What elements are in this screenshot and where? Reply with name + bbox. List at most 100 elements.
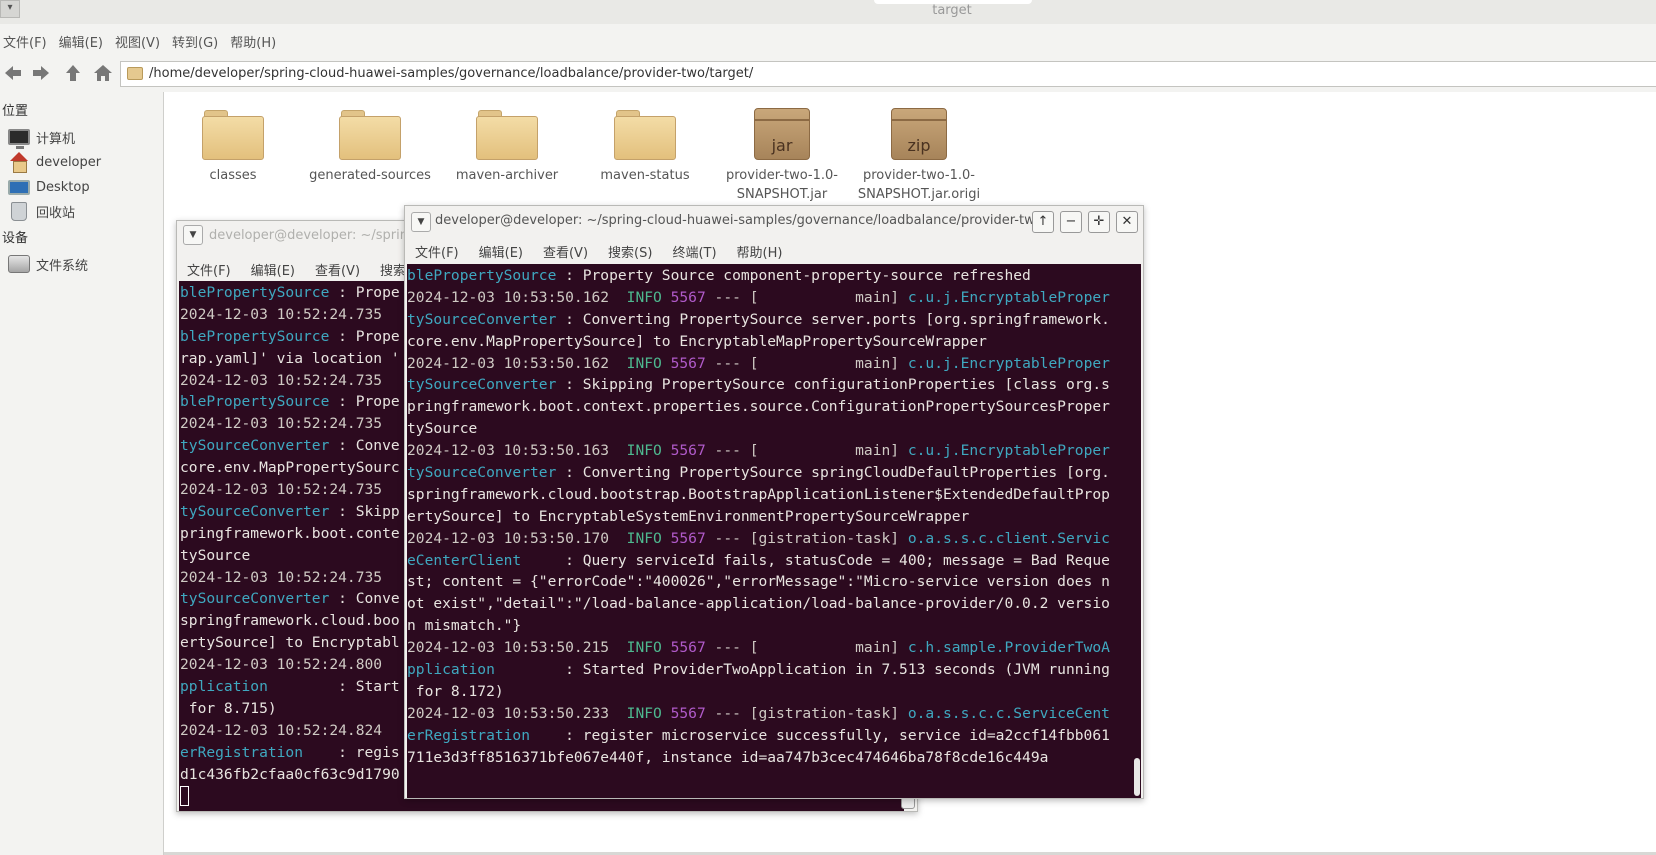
sidebar-item-desktop[interactable]: Desktop: [8, 176, 90, 198]
log-space: [662, 355, 671, 372]
file-name: classes: [209, 168, 257, 183]
file-name: generated-sources: [309, 168, 431, 183]
file-name: maven-archiver: [455, 168, 559, 183]
terminal-line: 2024-12-03 10:53:50.162 INFO 5567 --- [ …: [407, 353, 1133, 375]
menu-file[interactable]: 文件(F): [405, 238, 469, 262]
log-timestamp: 2024-12-03 10:52:24.824: [180, 721, 383, 739]
forward-icon[interactable]: [30, 62, 52, 84]
file-name-line2: SNAPSHOT.jar.origi: [857, 187, 981, 202]
menu-edit[interactable]: 编辑(E): [56, 28, 112, 54]
log-logger: c.h.sample.ProviderTwoA: [907, 639, 1110, 657]
file-item-generated-sources[interactable]: generated-sources: [302, 108, 438, 185]
computer-icon: [8, 129, 30, 149]
file-item-maven-status[interactable]: maven-status: [577, 108, 713, 185]
minimize-button[interactable]: −: [1060, 211, 1082, 233]
close-button[interactable]: ✕: [1116, 211, 1138, 233]
menu-file[interactable]: 文件(F): [177, 256, 241, 280]
sidebar-item-filesystem[interactable]: 文件系统: [8, 253, 88, 275]
menu-edit[interactable]: 编辑(E): [241, 256, 305, 280]
log-logger: tySourceConverter: [180, 437, 339, 455]
window-menu-icon[interactable]: ▾: [0, 0, 20, 18]
terminal-line: tySourceConverter : Converting PropertyS…: [407, 462, 1133, 484]
sidebar-item-label: 文件系统: [36, 258, 89, 274]
log-logger: tySourceConverter: [180, 502, 339, 520]
log-timestamp: 2024-12-03 10:52:24.800: [180, 656, 383, 674]
terminal-output[interactable]: blePropertySource : Property Source comp…: [407, 264, 1133, 798]
sidebar-item-computer[interactable]: 计算机: [8, 126, 75, 149]
log-message: : Skipping PropertySource configurationP…: [556, 376, 1110, 394]
window-menu-icon[interactable]: ▼: [183, 225, 203, 245]
terminal-cursor: [180, 786, 189, 807]
log-message: : Converting PropertySource springCloudD…: [556, 464, 1110, 482]
desktop-screen: ▾ target 文件(F) 编辑(E) 视图(V) 转到(G) 帮助(H) /…: [0, 0, 1656, 855]
log-logger: tySourceConverter: [407, 464, 557, 482]
log-pid: 5567: [670, 704, 706, 722]
menu-search[interactable]: 搜索(S): [598, 238, 662, 262]
terminal-line: tySourceConverter : Skipping PropertySou…: [407, 374, 1133, 396]
log-timestamp: 2024-12-03 10:52:24.735: [180, 371, 383, 389]
menu-help[interactable]: 帮助(H): [227, 28, 285, 54]
terminal-line: 2024-12-03 10:53:50.233 INFO 5567 --- [g…: [407, 703, 1133, 725]
file-item-classes[interactable]: classes: [165, 108, 301, 185]
log-thread: --- [gistration-task]: [705, 704, 908, 722]
log-message: ot exist","detail":"/load-balance-applic…: [407, 595, 1110, 613]
log-thread: --- [ main]: [705, 639, 908, 657]
sidebar-item-trash[interactable]: 回收站: [8, 200, 75, 222]
window-menu-icon[interactable]: ▼: [411, 212, 431, 232]
log-message: : Started ProviderTwoApplication in 7.51…: [556, 661, 1110, 679]
scrollbar-thumb[interactable]: [1134, 758, 1140, 796]
log-logger: o.a.s.s.c.c.ServiceCent: [907, 704, 1110, 722]
file-name-line1: provider-two-1.0-: [725, 168, 838, 183]
log-message: for 8.715): [180, 699, 277, 717]
log-message: : Prope: [338, 327, 400, 345]
log-message: : Skipp: [338, 502, 400, 520]
file-item-jar-original[interactable]: zip provider-two-1.0- SNAPSHOT.jar.origi: [851, 108, 987, 204]
menu-view[interactable]: 视图(V): [112, 28, 169, 54]
file-name: maven-status: [600, 168, 690, 183]
log-space: [662, 639, 671, 656]
home-icon[interactable]: [92, 62, 114, 84]
file-name-line1: provider-two-1.0-: [862, 168, 975, 183]
menu-file[interactable]: 文件(F): [0, 28, 56, 54]
terminal-window-front[interactable]: ▼ developer@developer: ~/spring-cloud-hu…: [404, 205, 1144, 799]
folder-icon: [127, 67, 143, 80]
up-icon[interactable]: [62, 62, 84, 84]
file-item-maven-archiver[interactable]: maven-archiver: [439, 108, 575, 185]
folder-icon: [614, 108, 676, 160]
back-icon[interactable]: [2, 62, 24, 84]
location-bar[interactable]: /home/developer/spring-cloud-huawei-samp…: [120, 61, 1656, 87]
file-name: provider-two-1.0- SNAPSHOT.jar.origi: [851, 166, 987, 204]
menu-go[interactable]: 转到(G): [169, 28, 227, 54]
file-item-jar[interactable]: jar provider-two-1.0- SNAPSHOT.jar: [714, 108, 850, 204]
menu-edit[interactable]: 编辑(E): [469, 238, 533, 262]
log-thread: --- [gistration-task]: [705, 529, 908, 547]
sidebar-item-developer[interactable]: developer: [8, 151, 101, 173]
log-pid: 5567: [670, 529, 706, 547]
log-logger: c.u.j.EncryptableProper: [907, 288, 1110, 306]
terminal-titlebar[interactable]: ▼ developer@developer: ~/spring-cloud-hu…: [405, 206, 1143, 236]
log-timestamp: 2024-12-03 10:52:24.735: [180, 305, 383, 323]
window-title: target: [932, 3, 972, 18]
folder-icon: [339, 108, 401, 160]
maximize-button[interactable]: ✛: [1088, 211, 1110, 233]
terminal-line: st; content = {"errorCode":"400026","err…: [407, 571, 1133, 593]
log-logger: tySourceConverter: [407, 376, 557, 394]
zip-archive-icon: zip: [891, 108, 947, 160]
log-thread: --- [ main]: [705, 442, 908, 460]
menu-view[interactable]: 查看(V): [305, 256, 370, 280]
sidebar-item-label: Desktop: [36, 179, 90, 195]
log-space: [662, 705, 671, 722]
log-message: : Prope: [338, 393, 400, 411]
terminal-scrollbar[interactable]: [1133, 264, 1141, 798]
log-message: st; content = {"errorCode":"400026","err…: [407, 573, 1110, 591]
terminal-line: 711e3d3ff8516371bfe067e440f, instance id…: [407, 747, 1133, 769]
raise-button[interactable]: ↑: [1032, 211, 1054, 233]
jar-archive-icon: jar: [754, 108, 810, 160]
menu-help[interactable]: 帮助(H): [727, 238, 793, 262]
log-timestamp: 2024-12-03 10:52:24.735: [180, 415, 383, 433]
menu-terminal[interactable]: 终端(T): [662, 238, 726, 262]
log-message: : regis: [338, 743, 400, 761]
menu-view[interactable]: 查看(V): [533, 238, 598, 262]
terminal-menubar: 文件(F) 编辑(E) 查看(V) 搜索(S) 终端(T) 帮助(H): [405, 238, 792, 262]
terminal-line: n mismatch."}: [407, 615, 1133, 637]
